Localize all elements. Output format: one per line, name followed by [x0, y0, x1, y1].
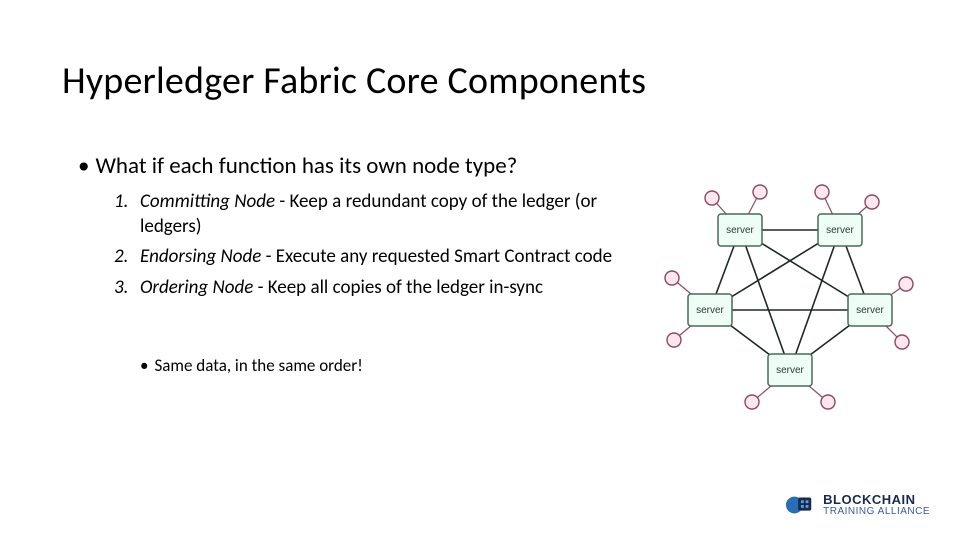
- server-label: server: [776, 365, 804, 376]
- item-number: 3.: [114, 276, 140, 301]
- logo-text: BLOCKCHAIN TRAINING ALLIANCE: [823, 493, 930, 517]
- lead-text: What if each function has its own node t…: [95, 152, 517, 180]
- item-desc: - Keep all copies of the ledger in-sync: [253, 276, 543, 299]
- item-number: 2.: [114, 245, 140, 270]
- item-number: 1.: [114, 190, 140, 239]
- sub-text: Same data, in the same order!: [154, 355, 362, 376]
- server-node: server: [768, 354, 812, 386]
- bullet-dot: •: [78, 152, 89, 180]
- server-label: server: [856, 305, 884, 316]
- logo-line2: TRAINING ALLIANCE: [823, 507, 930, 518]
- list-item: 1. Committing Node - Keep a redundant co…: [114, 190, 624, 239]
- server-label: server: [696, 305, 724, 316]
- bullet-dot: •: [140, 355, 148, 376]
- server-node: server: [718, 214, 762, 246]
- list-item: 2. Endorsing Node - Execute any requeste…: [114, 245, 624, 270]
- numbered-list: 1. Committing Node - Keep a redundant co…: [114, 190, 624, 307]
- server-label: server: [826, 225, 854, 236]
- item-name: Ordering Node: [140, 276, 253, 299]
- item-body: Endorsing Node - Execute any requested S…: [140, 245, 624, 270]
- lead-bullet: •What if each function has its own node …: [78, 152, 517, 180]
- sub-bullet: • Same data, in the same order!: [140, 355, 363, 376]
- network-diagram: server server server server server: [640, 180, 920, 420]
- list-item: 3. Ordering Node - Keep all copies of th…: [114, 276, 624, 301]
- brand-logo: BLOCKCHAIN TRAINING ALLIANCE: [785, 490, 930, 520]
- server-node: server: [848, 294, 892, 326]
- item-name: Committing Node: [140, 190, 275, 213]
- logo-icon: [785, 490, 815, 520]
- server-node: server: [818, 214, 862, 246]
- logo-line1: BLOCKCHAIN: [823, 493, 930, 507]
- item-body: Committing Node - Keep a redundant copy …: [140, 190, 624, 239]
- item-desc: - Execute any requested Smart Contract c…: [261, 245, 612, 268]
- item-name: Endorsing Node: [140, 245, 261, 268]
- server-label: server: [726, 225, 754, 236]
- slide-title: Hyperledger Fabric Core Components: [62, 58, 646, 104]
- slide: Hyperledger Fabric Core Components •What…: [0, 0, 960, 540]
- server-node: server: [688, 294, 732, 326]
- item-body: Ordering Node - Keep all copies of the l…: [140, 276, 624, 301]
